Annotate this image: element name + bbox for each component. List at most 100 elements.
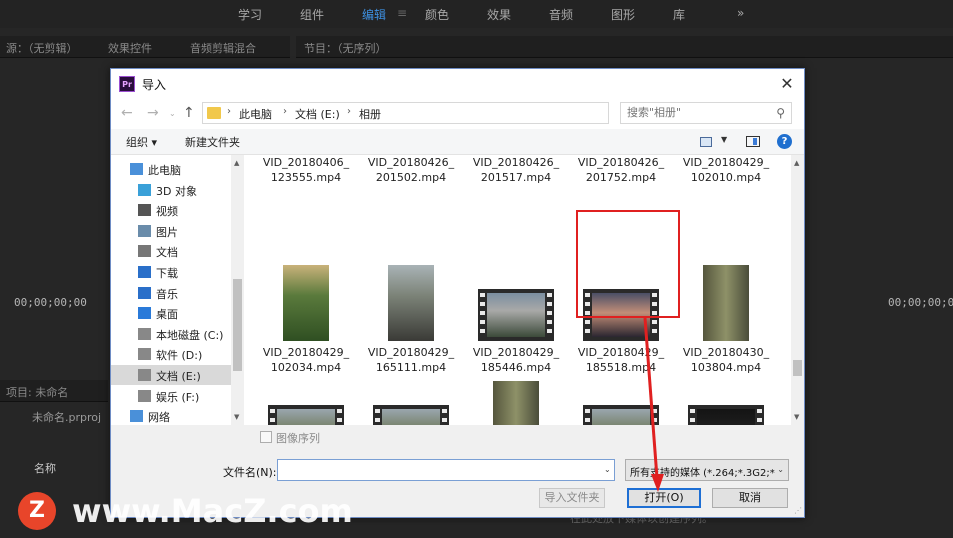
- back-arrow-icon[interactable]: ←: [121, 105, 133, 121]
- source-timecode[interactable]: 00;00;00;00: [14, 296, 87, 309]
- sidebar-item[interactable]: 软件 (D:): [111, 344, 231, 364]
- workspace-tab-color[interactable]: 颜色: [425, 6, 449, 23]
- forward-arrow-icon[interactable]: →: [147, 105, 159, 121]
- scroll-down-icon[interactable]: ▼: [234, 413, 239, 421]
- import-folder-button[interactable]: 导入文件夹: [539, 488, 605, 508]
- sidebar-item-label: 本地磁盘 (C:): [156, 328, 224, 342]
- sidebar-item[interactable]: 文档 (E:): [111, 365, 231, 385]
- sidebar-scrollbar[interactable]: ▲ ▼: [231, 155, 244, 425]
- name-column-header[interactable]: 名称: [34, 460, 56, 476]
- drive-icon: [138, 389, 151, 402]
- project-panel-tab[interactable]: 项目: 未命名: [6, 384, 68, 400]
- sidebar-item[interactable]: 娱乐 (F:): [111, 386, 231, 406]
- filename-label: 文件名(N):: [223, 466, 277, 479]
- effects-panel-tab[interactable]: 效果控件: [108, 40, 152, 56]
- program-panel-tab[interactable]: 节目：（无序列）: [304, 40, 387, 56]
- scroll-up-icon[interactable]: ▲: [234, 159, 239, 167]
- address-bar[interactable]: › 此电脑 › 文档 (E:) › 相册 ⌄ ⟳: [202, 102, 695, 124]
- workspace-tab-assembly[interactable]: 组件: [300, 6, 324, 23]
- file-item[interactable]: VID_20180430_110945.mp4: [358, 377, 464, 425]
- workspace-tab-libraries[interactable]: 库: [673, 6, 685, 23]
- film-sprocket: [690, 409, 695, 413]
- sidebar-scroll-thumb[interactable]: [233, 279, 242, 371]
- view-mode-icon[interactable]: [700, 137, 712, 147]
- cancel-button[interactable]: 取消: [712, 488, 788, 508]
- sidebar-item[interactable]: 3D 对象: [111, 180, 231, 200]
- film-sprocket: [480, 302, 485, 306]
- file-item[interactable]: VID_20180426_ 201502.mp4: [358, 155, 464, 270]
- file-item[interactable]: VID_20180429_ 165111.mp4: [358, 261, 464, 376]
- scroll-up-icon[interactable]: ▲: [794, 159, 799, 167]
- close-icon[interactable]: ✕: [770, 69, 804, 99]
- filename-input[interactable]: [277, 459, 615, 481]
- breadcrumb-drive-e[interactable]: 文档 (E:): [295, 106, 340, 122]
- sidebar-item[interactable]: 本地磁盘 (C:): [111, 324, 231, 344]
- image-sequence-checkbox[interactable]: [260, 431, 272, 443]
- file-name: 102034.mp4: [270, 361, 342, 374]
- chevron-down-icon[interactable]: ⌄: [777, 465, 784, 474]
- file-item[interactable]: VID_20180430_111502.mp4: [463, 377, 569, 425]
- preview-pane-icon[interactable]: [746, 136, 760, 147]
- organize-menu[interactable]: 组织 ▾: [126, 134, 157, 150]
- sidebar-item[interactable]: 此电脑: [111, 159, 231, 179]
- workspace-tab-learn[interactable]: 学习: [238, 6, 262, 23]
- file-item[interactable]: VID_20180406_ 123555.mp4: [253, 155, 359, 270]
- workspace-tab-editing[interactable]: 编辑: [362, 6, 386, 23]
- download-icon: [138, 266, 151, 278]
- workspace-menu-icon[interactable]: ≡: [397, 6, 407, 20]
- file-name: 123555.mp4: [270, 171, 342, 184]
- file-name: VID_20180426_: [367, 156, 455, 169]
- file-item[interactable]: VID_20180430_111523.mp4: [568, 377, 674, 425]
- macz-logo: Z: [18, 492, 56, 530]
- film-frame: [487, 293, 545, 337]
- search-box[interactable]: ⚲: [620, 102, 792, 124]
- double-chevron-right-icon[interactable]: »: [737, 6, 744, 20]
- file-list-scroll-thumb[interactable]: [793, 360, 802, 376]
- scroll-down-icon[interactable]: ▼: [794, 413, 799, 421]
- sidebar-item[interactable]: 音乐: [111, 283, 231, 303]
- sidebar-item[interactable]: 下载: [111, 262, 231, 282]
- program-timecode[interactable]: 00;00;00;00: [888, 296, 953, 309]
- resize-grip-icon[interactable]: ⋰: [794, 506, 802, 515]
- photo-thumbnail: [283, 265, 329, 341]
- sidebar-item-label: 下载: [156, 267, 178, 280]
- workspace-tab-effects[interactable]: 效果: [487, 6, 511, 23]
- sidebar-item[interactable]: 视频: [111, 200, 231, 220]
- source-panel-tab[interactable]: 源：（无剪辑）: [6, 40, 78, 56]
- sidebar-item[interactable]: 图片: [111, 221, 231, 241]
- film-sprocket: [270, 409, 275, 413]
- file-list-scrollbar[interactable]: ▲ ▼: [791, 155, 804, 425]
- file-item[interactable]: VID_20180430_ 103804.mp4: [673, 261, 779, 376]
- new-folder-button[interactable]: 新建文件夹: [185, 134, 240, 150]
- search-icon[interactable]: ⚲: [776, 106, 785, 120]
- sidebar-item-label: 3D 对象: [156, 184, 197, 198]
- chevron-down-icon[interactable]: ⌄: [604, 465, 611, 474]
- sidebar-item[interactable]: 网络: [111, 406, 231, 425]
- file-item[interactable]: VID_20180429_ 102034.mp4: [253, 261, 359, 376]
- search-input[interactable]: [627, 106, 767, 119]
- file-item[interactable]: VID_20180430_110918.mp4: [253, 377, 359, 425]
- breadcrumb-separator-icon[interactable]: ›: [347, 106, 351, 117]
- breadcrumb-album[interactable]: 相册: [359, 106, 381, 122]
- open-button[interactable]: 打开(O): [627, 488, 701, 508]
- workspace-tab-graphics[interactable]: 图形: [611, 6, 635, 23]
- recent-locations-icon[interactable]: ⌄: [169, 109, 176, 118]
- audio-mixer-tab[interactable]: 音频剪辑混合: [190, 40, 256, 56]
- help-icon[interactable]: ?: [777, 134, 792, 149]
- file-type-filter[interactable]: 所有支持的媒体 (*.264;*.3G2;* ⌄: [625, 459, 789, 481]
- selection-highlight-box: [576, 210, 680, 318]
- sidebar-item[interactable]: 文档: [111, 241, 231, 261]
- breadcrumb-separator-icon[interactable]: ›: [283, 106, 287, 117]
- file-item[interactable]: VID_20180426_ 201517.mp4: [463, 155, 569, 270]
- breadcrumb-this-pc[interactable]: 此电脑: [239, 106, 272, 122]
- sidebar-item[interactable]: 桌面: [111, 303, 231, 323]
- chevron-down-icon[interactable]: ▼: [721, 135, 727, 144]
- breadcrumb-separator-icon[interactable]: ›: [227, 106, 231, 117]
- file-item[interactable]: VID_20180429_ 102010.mp4: [673, 155, 779, 270]
- film-sprocket: [652, 329, 657, 333]
- file-item[interactable]: VID_20180429_ 185446.mp4: [463, 261, 569, 376]
- up-arrow-icon[interactable]: ↑: [183, 105, 195, 121]
- workspace-tab-audio[interactable]: 音频: [549, 6, 573, 23]
- file-item[interactable]: VID_20180430_161443.mp4: [673, 377, 779, 425]
- dialog-titlebar[interactable]: Pr 导入 ✕: [111, 69, 804, 99]
